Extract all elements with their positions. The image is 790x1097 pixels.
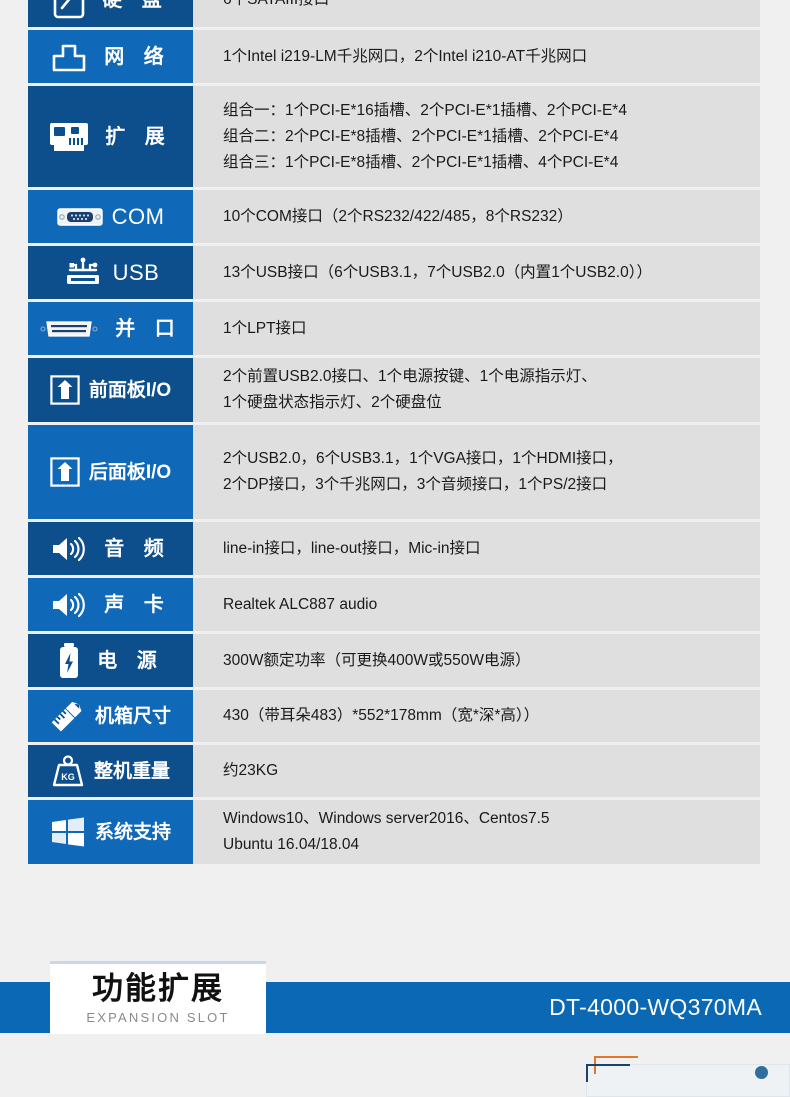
spec-value-line: 430（带耳朵483）*552*178mm（宽*深*高）） [223, 703, 760, 729]
soundcard-icon [50, 590, 88, 620]
usb-icon [62, 257, 104, 289]
spec-row-label-cell: 电 源 [28, 634, 193, 687]
spec-row-label-text: 音 频 [97, 539, 171, 559]
spec-row-value-cell: 10个COM接口（2个RS232/422/485，8个RS232） [193, 190, 760, 243]
spec-row: 电 源 300W额定功率（可更换400W或550W电源） [28, 634, 760, 687]
expansion-card-icon [49, 121, 89, 153]
expansion-slot-card: 功能扩展 EXPANSION SLOT [50, 961, 266, 1034]
network-icon [50, 40, 88, 74]
harddisk-icon [52, 0, 86, 19]
spec-row-value-cell: 13个USB接口（6个USB3.1，7个USB2.0（内置1个USB2.0）） [193, 246, 760, 299]
parallel-port-icon [39, 319, 99, 339]
spec-row-value-cell: 组合一：1个PCI-E*16插槽、2个PCI-E*1插槽、2个PCI-E*4组合… [193, 86, 760, 187]
spec-value-line: 13个USB接口（6个USB3.1，7个USB2.0（内置1个USB2.0）） [223, 260, 760, 286]
spec-row-label-cell: 音 频 [28, 522, 193, 575]
spec-row-label-cell: 系统支持 [28, 800, 193, 864]
badge-icon [755, 1066, 768, 1079]
spec-value-line: 10个COM接口（2个RS232/422/485，8个RS232） [223, 204, 760, 230]
spec-row: 声 卡 Realtek ALC887 audio [28, 578, 760, 631]
windows-icon [50, 816, 86, 848]
spec-value-line: 约23KG [223, 758, 760, 784]
spec-value-line: 300W额定功率（可更换400W或550W电源） [223, 648, 760, 674]
spec-value-line: 2个前置USB2.0接口、1个电源按键、1个电源指示灯、 [223, 364, 760, 390]
spec-row: USB 13个USB接口（6个USB3.1，7个USB2.0（内置1个USB2.0… [28, 246, 760, 299]
spec-row: 网 络 1个Intel i219-LM千兆网口，2个Intel i210-AT千兆… [28, 30, 760, 83]
navy-corner-bracket-icon [586, 1064, 630, 1082]
spec-row-label-cell: 网 络 [28, 30, 193, 83]
spec-row-label-cell: KG 整机重量 [28, 745, 193, 797]
specification-table: 硬 盘 6个SATAIII接口 网 络 1个Intel i219-LM千兆网口，2个… [28, 0, 760, 867]
spec-value-line: Realtek ALC887 audio [223, 592, 760, 618]
spec-row-value-cell: 1个Intel i219-LM千兆网口，2个Intel i210-AT千兆网口 [193, 30, 760, 83]
spec-row-value-cell: 2个USB2.0，6个USB3.1，1个VGA接口，1个HDMI接口，2个DP接… [193, 425, 760, 519]
spec-row-label-cell: COM [28, 190, 193, 243]
spec-row-label-cell: USB [28, 246, 193, 299]
spec-row-value-cell: 约23KG [193, 745, 760, 797]
spec-row-label-cell: 声 卡 [28, 578, 193, 631]
spec-row-label-text: USB [113, 262, 160, 284]
spec-row-value-cell: 6个SATAIII接口 [193, 0, 760, 27]
spec-row-label-text: 前面板I/O [89, 381, 171, 400]
spec-row: 并 口 1个LPT接口 [28, 302, 760, 355]
com-port-icon [57, 206, 103, 228]
weight-icon: KG [51, 754, 85, 788]
spec-row: 后面板I/O 2个USB2.0，6个USB3.1，1个VGA接口，1个HDMI接口… [28, 425, 760, 519]
spec-row-value-cell: line-in接口，line-out接口，Mic-in接口 [193, 522, 760, 575]
spec-row-value-cell: 430（带耳朵483）*552*178mm（宽*深*高）） [193, 690, 760, 742]
spec-row-value-cell: 300W额定功率（可更换400W或550W电源） [193, 634, 760, 687]
spec-row: 扩 展 组合一：1个PCI-E*16插槽、2个PCI-E*1插槽、2个PCI-E*… [28, 86, 760, 187]
product-model-label: DT-4000-WQ370MA [549, 982, 762, 1033]
spec-row-value-cell: Realtek ALC887 audio [193, 578, 760, 631]
spec-row: 机箱尺寸 430（带耳朵483）*552*178mm（宽*深*高）） [28, 690, 760, 742]
spec-row-label-text: 硬 盘 [95, 0, 169, 10]
spec-row-label-cell: 前面板I/O [28, 358, 193, 422]
spec-value-line: 组合二：2个PCI-E*8插槽、2个PCI-E*1插槽、2个PCI-E*4 [223, 124, 760, 150]
spec-row-label-cell: 并 口 [28, 302, 193, 355]
spec-value-line: line-in接口，line-out接口，Mic-in接口 [223, 536, 760, 562]
expansion-title: 功能扩展 [92, 973, 224, 1006]
spec-row: 音 频 line-in接口，line-out接口，Mic-in接口 [28, 522, 760, 575]
spec-value-line: 1个Intel i219-LM千兆网口，2个Intel i210-AT千兆网口 [223, 44, 760, 70]
spec-row: KG 整机重量 约23KG [28, 745, 760, 797]
spec-value-line: Windows10、Windows server2016、Centos7.5 [223, 806, 760, 832]
power-icon [57, 642, 81, 680]
spec-row-label-text: 声 卡 [97, 595, 171, 615]
spec-row-label-text: COM [112, 206, 165, 228]
spec-row-value-cell: 1个LPT接口 [193, 302, 760, 355]
spec-value-line: 1个硬盘状态指示灯、2个硬盘位 [223, 390, 760, 416]
front-panel-icon [50, 375, 80, 405]
spec-row-value-cell: Windows10、Windows server2016、Centos7.5Ub… [193, 800, 760, 864]
spec-row-label-text: 系统支持 [95, 823, 171, 842]
spec-row: COM 10个COM接口（2个RS232/422/485，8个RS232） [28, 190, 760, 243]
spec-value-line: 1个LPT接口 [223, 316, 760, 342]
spec-row: 系统支持 Windows10、Windows server2016、Centos7… [28, 800, 760, 864]
spec-row-label-cell: 扩 展 [28, 86, 193, 187]
spec-value-line: 2个DP接口，3个千兆网口，3个音频接口，1个PS/2接口 [223, 472, 760, 498]
spec-value-line: 组合一：1个PCI-E*16插槽、2个PCI-E*1插槽、2个PCI-E*4 [223, 98, 760, 124]
spec-value-line: Ubuntu 16.04/18.04 [223, 832, 760, 858]
audio-icon [50, 534, 88, 564]
dimensions-icon [50, 699, 86, 733]
spec-row: 前面板I/O 2个前置USB2.0接口、1个电源按键、1个电源指示灯、1个硬盘状态… [28, 358, 760, 422]
expansion-subtitle: EXPANSION SLOT [86, 1010, 229, 1025]
corner-decoration [578, 1056, 790, 1077]
spec-row-label-text: 网 络 [97, 47, 171, 67]
svg-text:KG: KG [61, 772, 75, 782]
spec-row: 硬 盘 6个SATAIII接口 [28, 0, 760, 27]
spec-row-label-text: 后面板I/O [89, 463, 171, 482]
spec-value-line: 2个USB2.0，6个USB3.1，1个VGA接口，1个HDMI接口， [223, 446, 760, 472]
spec-row-label-cell: 硬 盘 [28, 0, 193, 27]
spec-row-label-text: 机箱尺寸 [95, 707, 171, 726]
spec-row-label-cell: 机箱尺寸 [28, 690, 193, 742]
spec-value-line: 组合三：1个PCI-E*8插槽、2个PCI-E*1插槽、4个PCI-E*4 [223, 150, 760, 176]
spec-row-label-text: 并 口 [108, 319, 182, 339]
spec-row-label-cell: 后面板I/O [28, 425, 193, 519]
spec-row-label-text: 扩 展 [98, 127, 172, 147]
spec-row-label-text: 整机重量 [94, 762, 170, 781]
spec-value-line: 6个SATAIII接口 [223, 0, 760, 13]
spec-row-label-text: 电 源 [90, 651, 164, 671]
rear-panel-icon [50, 457, 80, 487]
spec-row-value-cell: 2个前置USB2.0接口、1个电源按键、1个电源指示灯、1个硬盘状态指示灯、2个… [193, 358, 760, 422]
